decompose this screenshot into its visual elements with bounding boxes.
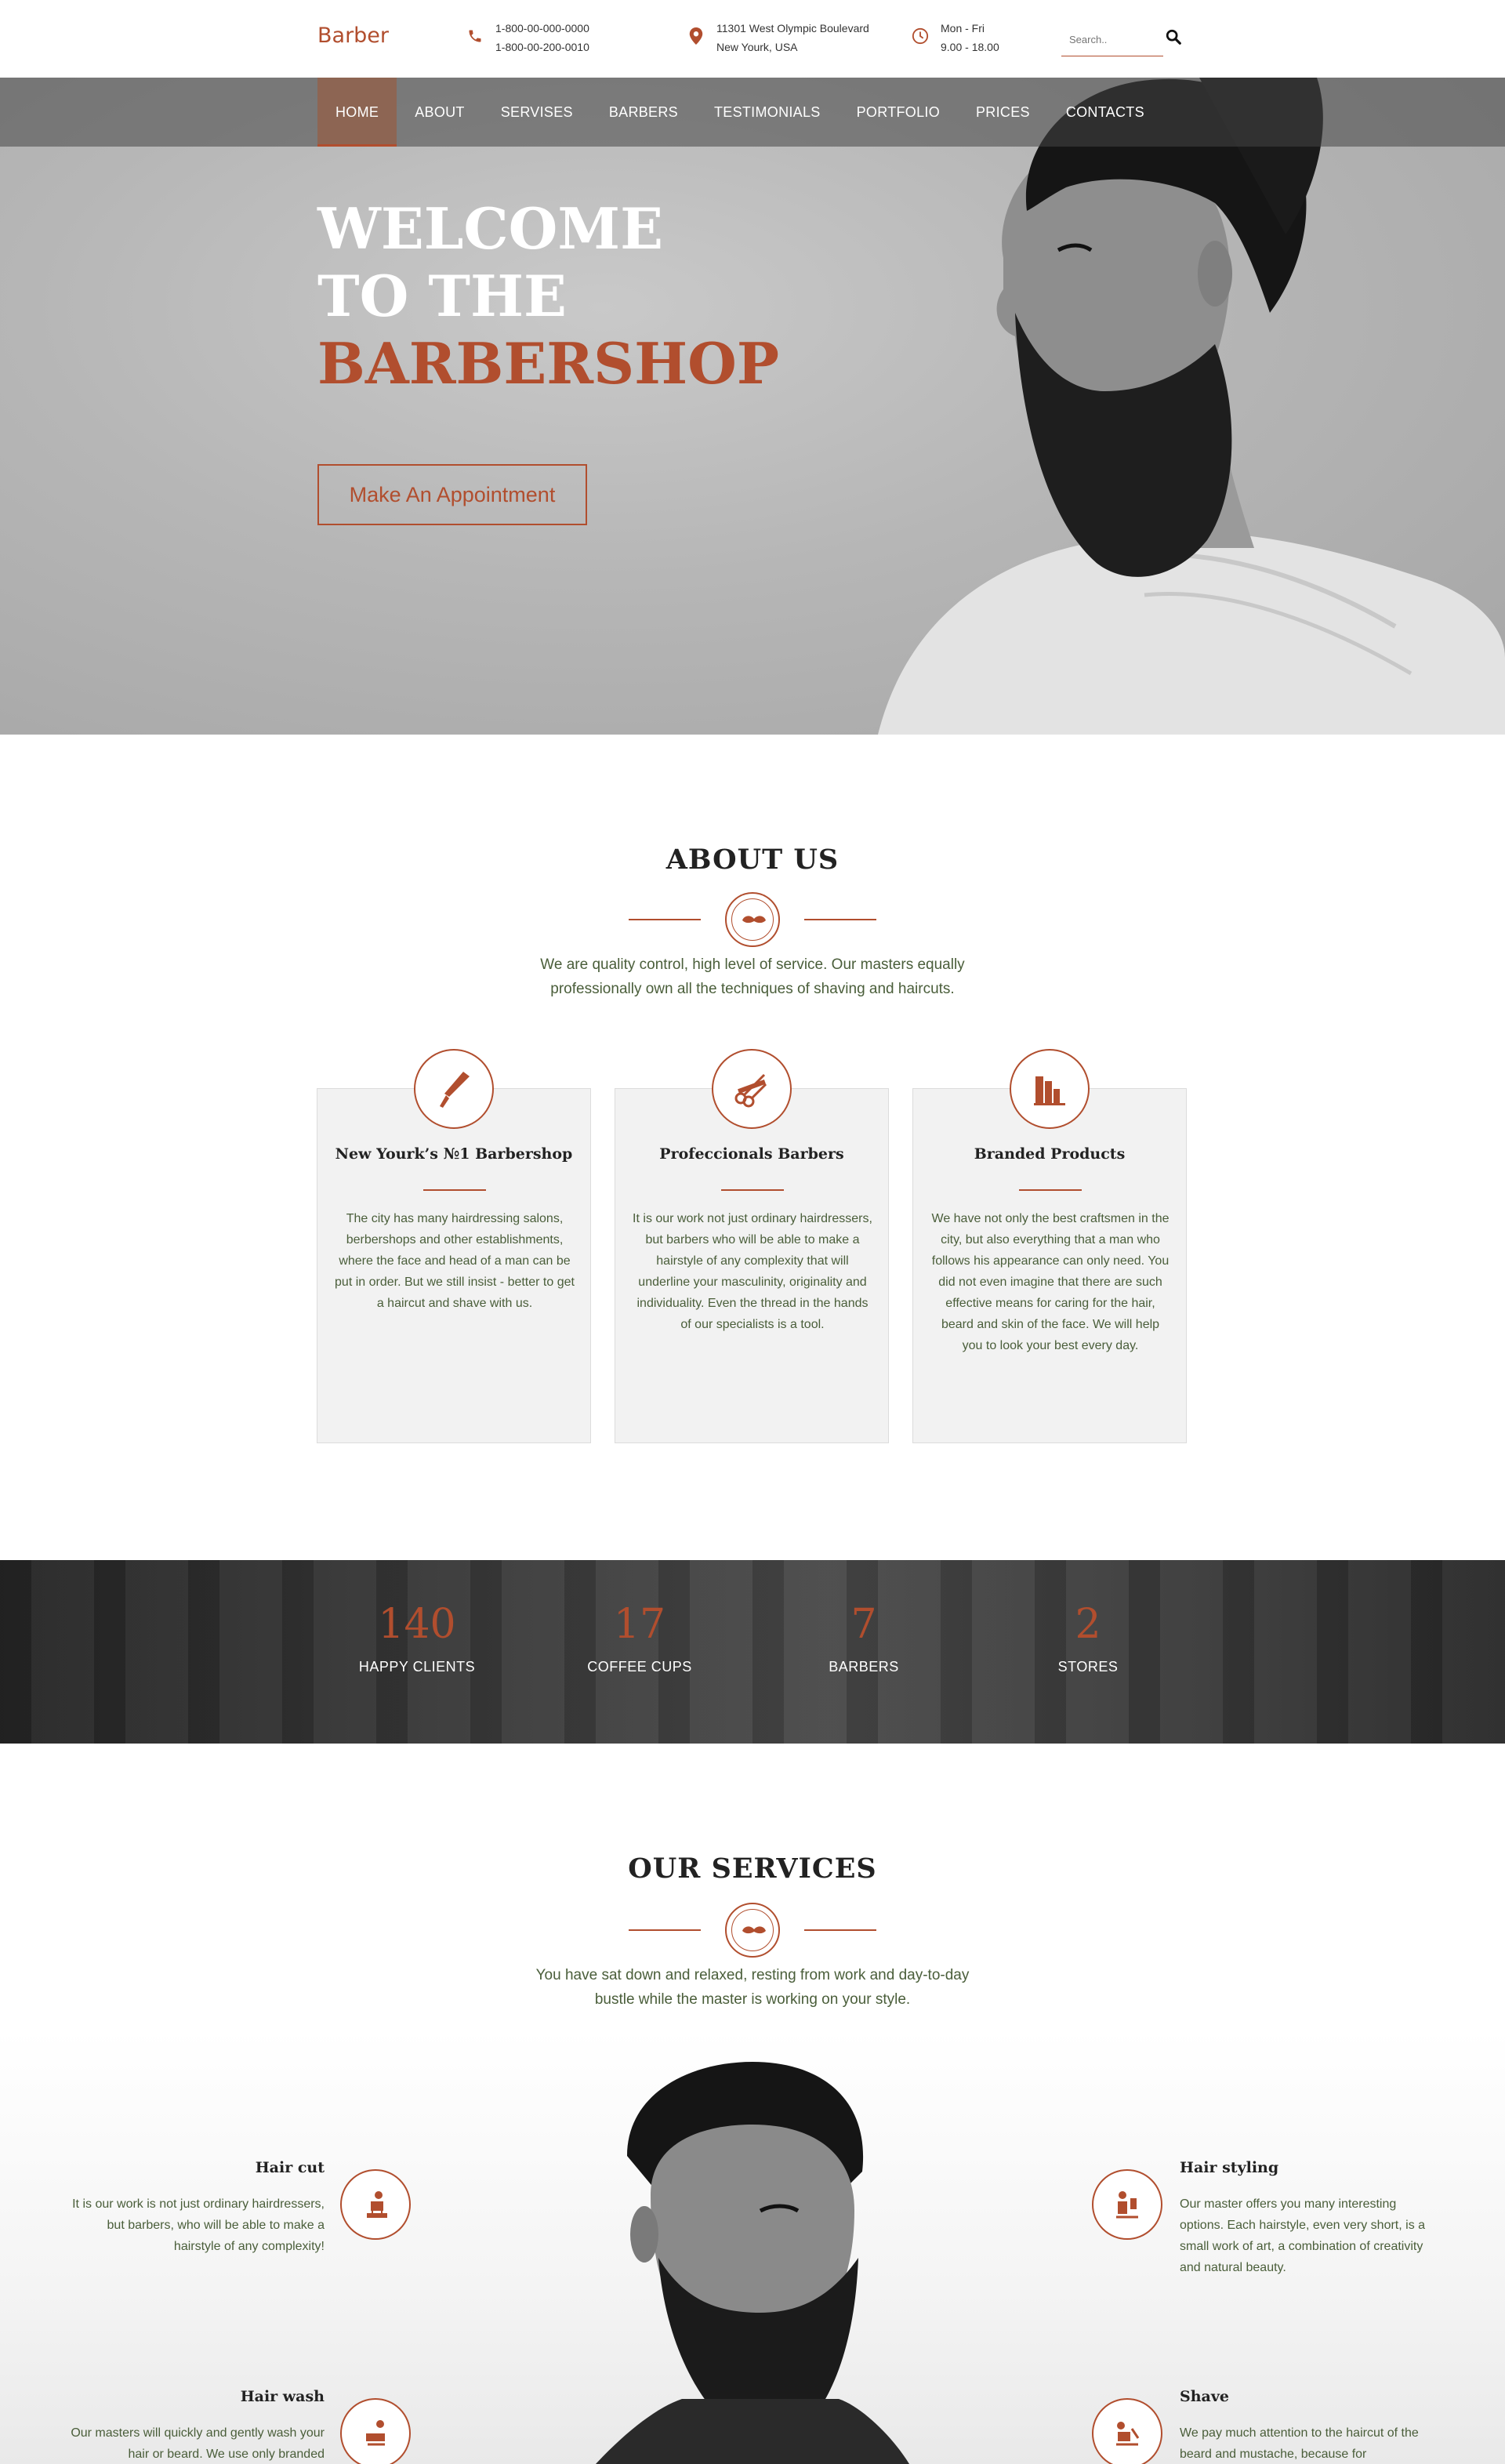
- shave-icon: [1092, 2398, 1162, 2464]
- nav-about[interactable]: ABOUT: [397, 78, 483, 147]
- hours-days: Mon - Fri: [941, 22, 985, 34]
- service-title: Hair styling: [1180, 2159, 1279, 2176]
- card-text: The city has many hairdressing salons, b…: [335, 1212, 575, 1310]
- map-pin-icon: [687, 27, 705, 45]
- about-divider: [629, 891, 876, 949]
- service-title: Shave: [1180, 2388, 1229, 2405]
- services-title: OUR SERVICES: [628, 1853, 877, 1885]
- about-title: ABOUT US: [665, 844, 840, 876]
- hero-bearded-man-image: [878, 78, 1505, 735]
- contact-phones: 1-800-00-000-0000 1-800-00-200-0010: [466, 19, 589, 56]
- services-lead: You have sat down and relaxed, resting f…: [535, 1967, 970, 2008]
- hero-section: HOME ABOUT SERVISES BARBERS TESTIMONIALS…: [0, 78, 1505, 735]
- nav-home[interactable]: HOME: [317, 78, 397, 147]
- nav-testimonials[interactable]: TESTIMONIALS: [696, 78, 839, 147]
- nav-portfolio[interactable]: PORTFOLIO: [839, 78, 958, 147]
- top-bar: Barber 1-800-00-000-0000 1-800-00-200-00…: [0, 0, 1505, 78]
- haircut-chair-icon: [340, 2169, 411, 2240]
- phone-number-1[interactable]: 1-800-00-000-0000: [495, 19, 589, 38]
- make-appointment-button[interactable]: Make An Appointment: [317, 464, 587, 525]
- search-icon[interactable]: [1165, 28, 1182, 45]
- hours-time: 9.00 - 18.00: [941, 41, 999, 53]
- counters-section: 140 HAPPY CLIENTS 17 COFFEE CUPS 7 BARBE…: [0, 1560, 1505, 1744]
- service-hair-wash: Hair wash Our masters will quickly and g…: [63, 2388, 325, 2464]
- about-card-barbers: Profeccionals Barbers It is our work not…: [615, 1088, 889, 1443]
- counter-stores: 2 STORES: [994, 1601, 1182, 1675]
- about-card-barbershop: New Yourk’s №1 Barbershop The city has m…: [317, 1088, 591, 1443]
- service-shave: Shave We pay much attention to the hairc…: [1180, 2388, 1431, 2464]
- divider-line-left: [629, 919, 701, 920]
- nav-services[interactable]: SERVISES: [483, 78, 591, 147]
- main-nav: HOME ABOUT SERVISES BARBERS TESTIMONIALS…: [317, 78, 1162, 147]
- divider-line-right: [804, 1929, 876, 1931]
- working-hours: Mon - Fri 9.00 - 18.00: [911, 19, 999, 56]
- counter-value: 2: [1075, 1601, 1101, 1648]
- service-title: Hair cut: [255, 2159, 325, 2176]
- address-line-2: New Yourk, USA: [716, 41, 798, 53]
- card-text: We have not only the best craftsmen in t…: [931, 1212, 1170, 1352]
- search-box: [1061, 24, 1163, 56]
- counter-label: COFFEE CUPS: [587, 1659, 692, 1675]
- service-text: Our master offers you many interesting o…: [1180, 2197, 1426, 2274]
- card-title: Profeccionals Barbers: [659, 1145, 844, 1163]
- divider-line-left: [629, 1929, 701, 1931]
- counter-label: BARBERS: [829, 1659, 899, 1675]
- main-navbar: HOME ABOUT SERVISES BARBERS TESTIMONIALS…: [0, 78, 1505, 147]
- service-text: It is our work is not just ordinary hair…: [72, 2197, 325, 2253]
- counter-barbers: 7 BARBERS: [770, 1601, 958, 1675]
- nav-barbers[interactable]: BARBERS: [591, 78, 696, 147]
- mustache-badge-icon: [725, 892, 780, 947]
- brand-logo[interactable]: Barber: [317, 24, 389, 48]
- counter-value: 7: [850, 1601, 877, 1648]
- mustache-badge-icon: [725, 1903, 780, 1958]
- card-title: New Yourk’s №1 Barbershop: [335, 1145, 573, 1163]
- hero-title-line-3: BARBERSHOP: [317, 330, 780, 397]
- service-hair-styling: Hair styling Our master offers you many …: [1180, 2159, 1431, 2278]
- address-line-1: 11301 West Olympic Boulevard: [716, 22, 869, 34]
- phone-number-2[interactable]: 1-800-00-200-0010: [495, 38, 589, 56]
- counter-happy-clients: 140 HAPPY CLIENTS: [323, 1601, 511, 1675]
- service-hair-cut: Hair cut It is our work is not just ordi…: [63, 2159, 325, 2257]
- card-text: It is our work not just ordinary hairdre…: [633, 1212, 872, 1331]
- service-text: We pay much attention to the haircut of …: [1180, 2426, 1419, 2461]
- counter-label: HAPPY CLIENTS: [358, 1659, 476, 1675]
- hero-title: WELCOME TO THE BARBERSHOP: [317, 195, 779, 397]
- razor-icon: [414, 1049, 494, 1129]
- counter-value: 140: [378, 1601, 456, 1648]
- contact-address: 11301 West Olympic Boulevard New Yourk, …: [687, 19, 869, 56]
- counter-coffee-cups: 17 COFFEE CUPS: [546, 1601, 734, 1675]
- phone-icon: [466, 27, 484, 45]
- counter-label: STORES: [1057, 1659, 1119, 1675]
- hair-wash-icon: [340, 2398, 411, 2464]
- service-text: Our masters will quickly and gently wash…: [71, 2426, 325, 2461]
- divider-line-right: [804, 919, 876, 920]
- nav-prices[interactable]: PRICES: [958, 78, 1048, 147]
- counter-value: 17: [613, 1601, 666, 1648]
- products-bottles-icon: [1010, 1049, 1090, 1129]
- services-bearded-man-image: [596, 2062, 909, 2464]
- card-title: Branded Products: [974, 1145, 1126, 1163]
- styling-icon: [1092, 2169, 1162, 2240]
- about-lead: We are quality control, high level of se…: [540, 956, 965, 997]
- search-input[interactable]: [1069, 28, 1155, 50]
- hero-title-line-1: WELCOME: [317, 195, 663, 262]
- nav-contacts[interactable]: CONTACTS: [1048, 78, 1162, 147]
- clock-icon: [911, 27, 930, 45]
- service-title: Hair wash: [240, 2388, 325, 2405]
- scissors-comb-icon: [712, 1049, 792, 1129]
- services-divider: [629, 1901, 876, 1959]
- hero-title-line-2: TO THE: [317, 263, 567, 329]
- about-card-products: Branded Products We have not only the be…: [912, 1088, 1187, 1443]
